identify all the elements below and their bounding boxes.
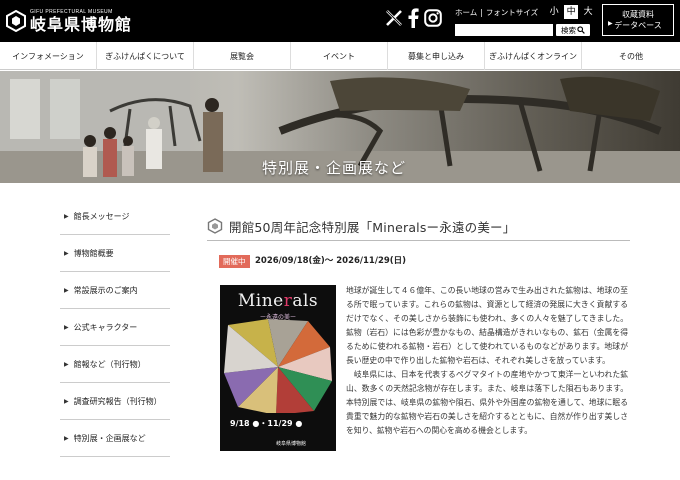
sidebar-item-label: 調査研究報告（刊行物） — [73, 396, 162, 406]
nav-item-applications[interactable]: 募集と申し込み — [388, 42, 485, 70]
sidebar-item-label: 館長メッセージ — [73, 211, 130, 221]
triangle-right-icon: ▶ — [64, 249, 69, 257]
sidebar-item-director-message[interactable]: ▶ 館長メッセージ — [60, 198, 170, 235]
font-size-label: フォントサイズ — [485, 7, 539, 17]
hexagon-logo-icon — [6, 10, 26, 32]
db-button-line2: データベース — [614, 21, 662, 30]
facebook-icon[interactable] — [406, 8, 420, 28]
font-size-medium-button[interactable]: 中 — [564, 5, 579, 19]
nav-item-exhibitions[interactable]: 展覧会 — [194, 42, 291, 70]
triangle-right-icon: ▶ — [64, 397, 69, 405]
nav-item-other[interactable]: その他 — [582, 42, 680, 70]
sidebar-item-special-exhibitions[interactable]: ▶ 特別展・企画展など — [60, 420, 170, 457]
hexagon-icon — [207, 218, 223, 234]
article-header: 開館50周年記念特別展「Mineralsー永遠の美ー」 — [207, 212, 630, 241]
hero-title: 特別展・企画展など — [262, 159, 407, 177]
font-size-large-button[interactable]: 大 — [581, 5, 595, 19]
sidebar-item-permanent-exhibit[interactable]: ▶ 常設展示のご案内 — [60, 272, 170, 309]
main-nav: インフォメーション ぎふけんぱくについて 展覧会 イベント 募集と申し込み ぎふ… — [0, 42, 680, 70]
nav-item-events[interactable]: イベント — [291, 42, 388, 70]
triangle-right-icon: ▶ — [64, 212, 69, 220]
sidebar-item-bulletin[interactable]: ▶ 館報など（刊行物） — [60, 346, 170, 383]
x-icon[interactable] — [384, 8, 404, 28]
sidebar-item-label: 博物館概要 — [73, 248, 114, 258]
poster-subtitle: ー永遠の美ー — [259, 314, 296, 321]
triangle-right-icon: ▶ — [64, 323, 69, 331]
chevron-right-icon: ▶ — [608, 20, 613, 27]
triangle-right-icon: ▶ — [64, 360, 69, 368]
poster-title-part-a: Mine — [237, 291, 284, 311]
site-header: GIFU PREFECTURAL MUSEUM 岐阜県博物館 ホーム | フォン… — [0, 0, 680, 42]
collection-database-button[interactable]: ▶ 収蔵資料 データベース — [602, 4, 674, 36]
search-icon — [577, 26, 585, 34]
article-body: 地球が誕生して４６億年、この長い地球の営みで生み出された鉱物は、地球の至る所で眠… — [346, 284, 628, 438]
poster-date: 9/18 ●・11/29 ● — [230, 419, 303, 428]
poster-title-part-c: als — [292, 291, 319, 311]
exhibition-poster[interactable]: Minerals ー永遠の美ー 9/18 ●・11/29 ● 岐阜県博物館 — [220, 285, 336, 451]
nav-item-information[interactable]: インフォメーション — [0, 42, 97, 70]
status-badge: 開催中 — [219, 255, 250, 268]
article-paragraph-2: 岐阜県には、日本を代表するペグマタイトの産地やかつて東洋一といわれた鉱山、数多く… — [346, 370, 628, 435]
font-size-small-button[interactable]: 小 — [547, 5, 561, 19]
poster-title: Minerals — [220, 291, 336, 311]
nav-item-online[interactable]: ぎふけんぱくオンライン — [485, 42, 582, 70]
db-button-line1: 収蔵資料 — [622, 10, 654, 19]
logo-title: 岐阜県博物館 — [30, 14, 133, 34]
instagram-icon[interactable] — [423, 8, 443, 28]
home-link[interactable]: ホーム — [455, 7, 477, 18]
nav-item-about[interactable]: ぎふけんぱくについて — [97, 42, 194, 70]
sidebar-item-label: 常設展示のご案内 — [73, 285, 138, 295]
sidebar-item-overview[interactable]: ▶ 博物館概要 — [60, 235, 170, 272]
sidebar-item-official-character[interactable]: ▶ 公式キャラクター — [60, 309, 170, 346]
util-divider: | — [480, 7, 483, 17]
sidebar-item-label: 公式キャラクター — [73, 322, 138, 332]
sidebar-item-label: 館報など（刊行物） — [73, 359, 146, 369]
article-title: 開館50周年記念特別展「Mineralsー永遠の美ー」 — [229, 219, 516, 235]
search-input[interactable] — [455, 24, 553, 36]
sidebar-item-label: 特別展・企画展など — [73, 433, 146, 443]
search-button-label: 検索 — [561, 25, 576, 35]
sidebar-item-research-report[interactable]: ▶ 調査研究報告（刊行物） — [60, 383, 170, 420]
poster-museum-name: 岐阜県博物館 — [276, 441, 307, 447]
sidebar: ▶ 館長メッセージ ▶ 博物館概要 ▶ 常設展示のご案内 ▶ 公式キャラクター ▶ 館報な… — [60, 198, 170, 457]
article-paragraph-1: 地球が誕生して４６億年、この長い地球の営みで生み出された鉱物は、地球の至る所で眠… — [346, 286, 628, 365]
search-button[interactable]: 検索 — [556, 24, 590, 36]
triangle-right-icon: ▶ — [64, 286, 69, 294]
triangle-right-icon: ▶ — [64, 434, 69, 442]
museum-logo[interactable]: GIFU PREFECTURAL MUSEUM 岐阜県博物館 — [6, 5, 132, 37]
exhibition-dates: 2026/09/18(金)～ 2026/11/29(日) — [255, 256, 407, 266]
